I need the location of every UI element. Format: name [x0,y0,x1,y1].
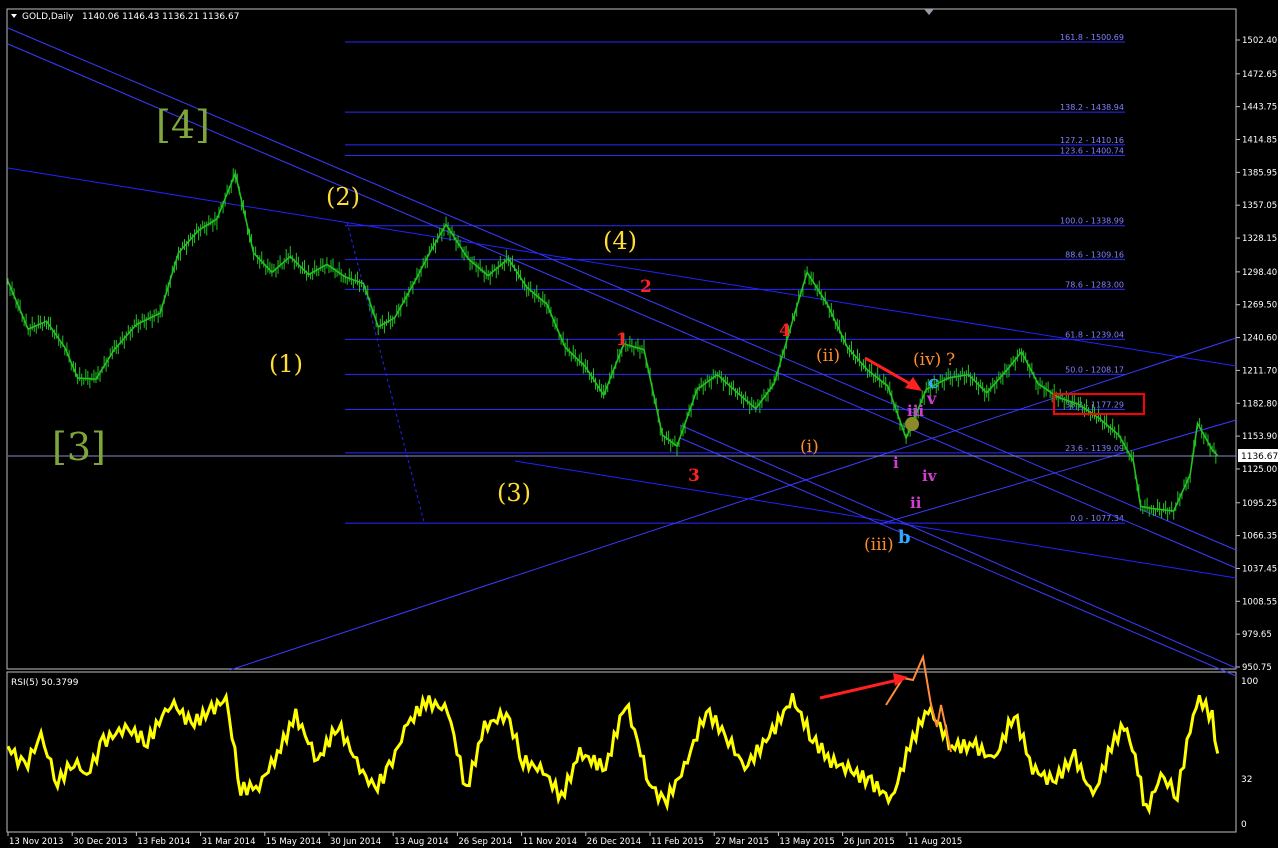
wave-label-red-4: 4 [779,321,791,341]
wedge-line-1 [679,424,1237,669]
price-tick-label: 1328.15 [1242,234,1277,244]
wave-label-2: (2) [326,183,360,211]
price-tick-label: 1269.50 [1242,301,1277,311]
wave-label-orange-iii: (iii) [864,535,894,555]
fib-label-0.0: 0.0 - 1077.34 [1070,514,1124,523]
wave-label-orange-ii: (ii) [816,346,840,366]
marker-dot [905,417,919,431]
price-chart: 161.8 - 1500.69 138.2 - 1438.94 127.2 - 14… [6,8,1278,847]
rsi-level-0: 0 [1241,820,1247,830]
date-tick-label: 30 Jun 2014 [330,837,381,847]
wave-label-i: i [893,454,899,472]
date-tick-label: 13 Aug 2014 [394,837,448,847]
wave-label-orange-i: (i) [800,437,819,457]
price-tick-label: 1240.60 [1242,334,1277,344]
fib-label-138.2: 138.2 - 1438.94 [1060,103,1124,112]
menu-triangle-icon[interactable] [11,14,17,18]
fib-label-123.6: 123.6 - 1400.74 [1060,147,1124,156]
wave-label-3: (3) [497,479,531,507]
price-tick-label: 1066.35 [1242,532,1277,542]
date-tick-label: 30 Dec 2013 [73,837,127,847]
wave-label-iv: iv [922,467,938,485]
wave-label-red-1: 1 [616,330,628,350]
wedge-line-2 [679,437,1237,677]
price-tick-label: 950.75 [1242,663,1272,673]
price-tick-label: 1211.70 [1242,366,1277,376]
date-tick-label: 15 May 2014 [266,837,321,847]
date-tick-label: 11 Aug 2015 [908,837,962,847]
date-tick-label: 11 Feb 2015 [651,837,704,847]
wave-label-4: (4) [603,227,637,255]
wave-label-b: b [898,527,911,548]
wave-labels: [4] [3] (2) (1) (4) (3) 1 2 3 4 (ii) (i)… [52,103,955,555]
fibonacci-levels: 161.8 - 1500.69 138.2 - 1438.94 127.2 - 14… [345,33,1125,524]
price-tick-label: 1008.55 [1242,597,1277,607]
rsi-label: RSI(5) 50.3799 [11,678,79,688]
price-tick-label: 1385.95 [1242,168,1277,178]
wave-label-ii: ii [910,494,922,512]
rsi-axis: 100 32 0 [1241,677,1258,830]
lower-trend-line [514,460,1237,579]
price-axis: 1502.40 1472.65 1443.75 1414.85 1385.95 1357.… [1236,36,1277,673]
rsi-panel-frame [6,671,1237,833]
wave-label-orange-iv: (iv) [913,350,941,370]
dotted-projection-line [346,221,425,523]
chart-window: 161.8 - 1500.69 138.2 - 1438.94 127.2 - 14… [0,0,1278,848]
date-tick-label: 31 Mar 2014 [202,837,256,847]
price-tick-label: 1125.00 [1242,465,1277,475]
price-tick-label: 979.65 [1242,630,1272,640]
price-tick-label: 1153.90 [1242,432,1277,442]
fib-label-161.8: 161.8 - 1500.69 [1060,33,1124,42]
wave-label-red-3: 3 [688,466,700,486]
fib-label-61.8: 61.8 - 1239.04 [1065,330,1124,339]
date-tick-label: 26 Jun 2015 [844,837,895,847]
fib-label-100.0: 100.0 - 1338.99 [1060,217,1124,226]
fib-label-78.6: 78.6 - 1283.00 [1065,280,1124,289]
price-tick-label: 1095.25 [1242,499,1277,509]
wave-label-red-2: 2 [640,277,652,297]
current-price-label: 1136.67 [1241,452,1278,462]
fib-label-50.0: 50.0 - 1208.17 [1065,365,1124,374]
price-tick-label: 1037.45 [1242,564,1277,574]
rsi-level-100: 100 [1241,677,1258,687]
wave-label-1: (1) [269,350,303,378]
date-tick-label: 11 Nov 2014 [523,837,577,847]
rsi-projection-line [885,653,952,753]
price-tick-label: 1502.40 [1242,36,1277,46]
date-tick-label: 13 Nov 2013 [9,837,63,847]
date-tick-label: 13 Feb 2014 [137,837,190,847]
date-tick-label: 27 Mar 2015 [715,837,769,847]
price-tick-label: 1182.80 [1242,399,1277,409]
question-mark-label: ? [946,350,955,370]
price-tick-label: 1357.05 [1242,201,1277,211]
wave-label-iii: iii [907,402,924,420]
fib-label-88.6: 88.6 - 1309.16 [1065,251,1124,260]
date-tick-label: 26 Sep 2014 [458,837,512,847]
price-tick-label: 1298.40 [1242,268,1277,278]
price-tick-label: 1443.75 [1242,103,1277,113]
fib-label-23.6: 23.6 - 1139.09 [1065,444,1124,453]
wave-label-major-3: [3] [52,425,106,469]
date-axis: 13 Nov 2013 30 Dec 2013 13 Feb 2014 31 Mar … [7,832,962,847]
rsi-series-line [6,691,1220,816]
fib-label-127.2: 127.2 - 1410.16 [1060,136,1124,145]
wave-label-major-4: [4] [156,103,210,147]
shift-marker-icon[interactable] [924,9,934,15]
price-tick-label: 1414.85 [1242,136,1277,146]
price-tick-label: 1472.65 [1242,70,1277,80]
ohlc-values: 1140.06 1146.43 1136.21 1136.67 [82,12,239,22]
date-tick-label: 13 May 2015 [779,837,834,847]
symbol-label: GOLD,Daily [22,12,74,22]
rsi-arrow-shaft [819,678,899,700]
wave-label-v: v [926,389,937,408]
price-series-line [7,170,1219,512]
price-bars [7,168,1217,521]
rsi-level-32: 32 [1241,775,1252,785]
date-tick-label: 26 Dec 2014 [587,837,641,847]
